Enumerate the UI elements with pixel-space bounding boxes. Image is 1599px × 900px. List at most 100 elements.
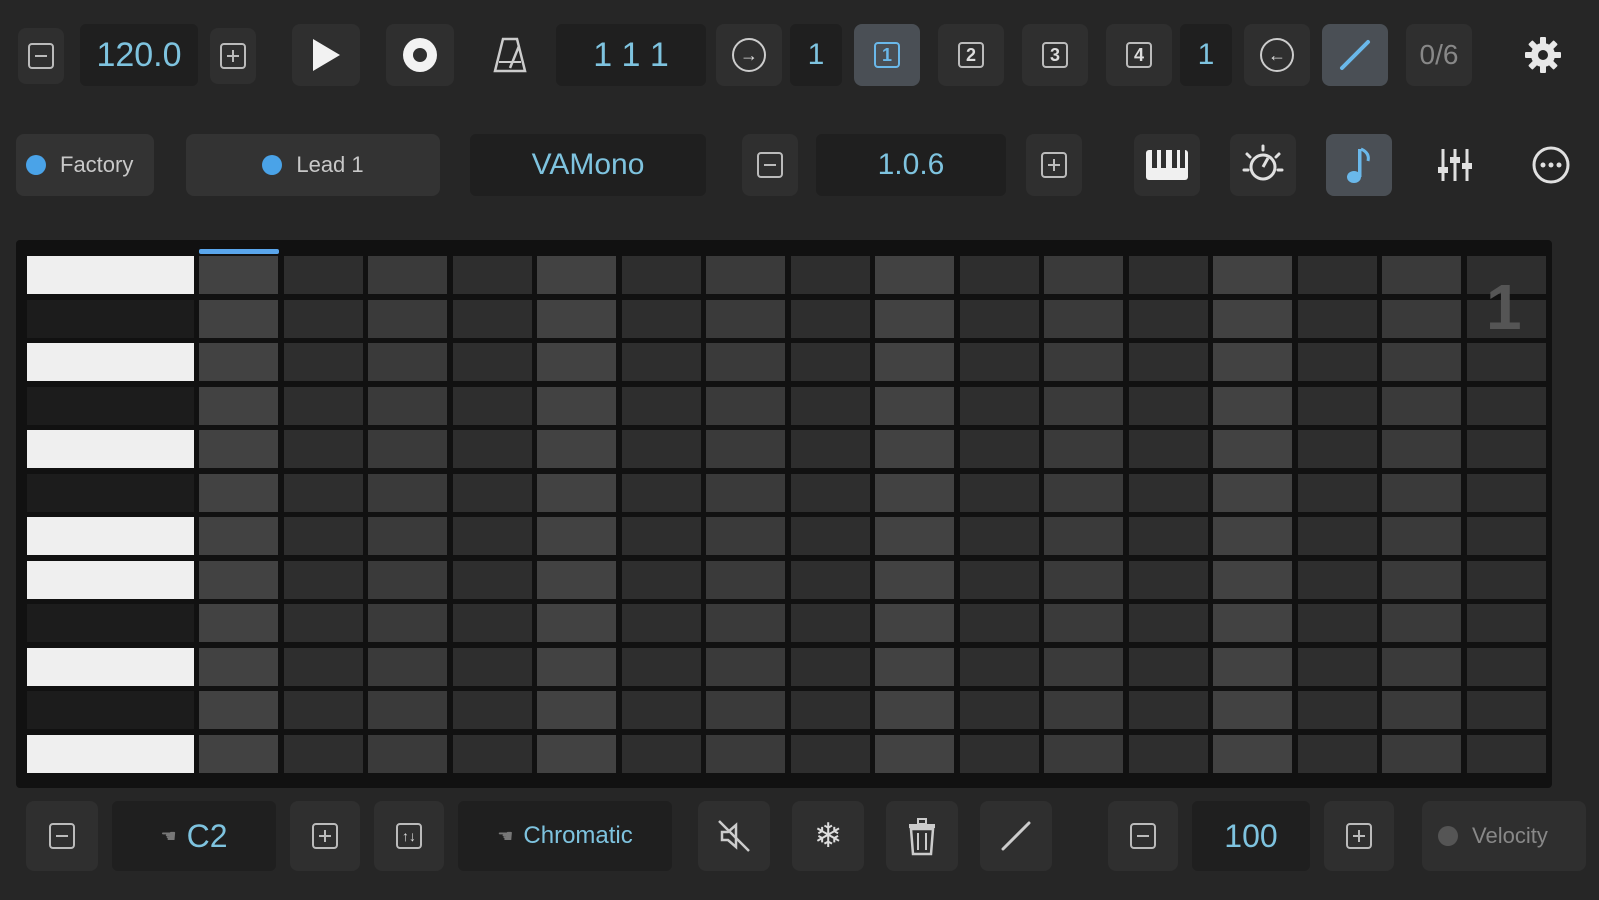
step-cell[interactable] <box>199 734 278 773</box>
step-cell[interactable] <box>875 256 954 294</box>
patch-selector[interactable]: Lead 1 <box>186 134 440 196</box>
step-cell[interactable] <box>621 647 701 686</box>
step-cell[interactable] <box>875 604 954 642</box>
step-cell[interactable] <box>790 343 870 381</box>
step-cell[interactable] <box>452 604 532 642</box>
step-cell[interactable] <box>959 560 1039 599</box>
clear-button[interactable] <box>886 801 958 871</box>
step-cell[interactable] <box>959 430 1039 468</box>
piano-key-black[interactable] <box>27 386 194 425</box>
velocity-mode-toggle[interactable]: Velocity <box>1422 801 1586 871</box>
step-cell[interactable] <box>537 430 616 468</box>
step-cell[interactable] <box>452 734 532 773</box>
version-decrease-button[interactable] <box>742 134 798 196</box>
pattern-4-button[interactable]: 4 <box>1106 24 1172 86</box>
step-cell[interactable] <box>199 299 278 338</box>
step-cell[interactable] <box>706 256 785 294</box>
settings-button[interactable] <box>1510 24 1576 86</box>
pattern-3-button[interactable]: 3 <box>1022 24 1088 86</box>
step-cell[interactable] <box>283 299 363 338</box>
step-cell[interactable] <box>1128 734 1208 773</box>
scale-selector[interactable]: ☚ Chromatic <box>458 801 672 871</box>
tempo-increase-button[interactable] <box>210 28 256 84</box>
step-cell[interactable] <box>1213 604 1292 642</box>
step-cell[interactable] <box>1466 430 1546 468</box>
step-cell[interactable] <box>875 430 954 468</box>
step-cell[interactable] <box>621 560 701 599</box>
step-cell[interactable] <box>368 299 447 338</box>
step-cell[interactable] <box>790 647 870 686</box>
step-cell[interactable] <box>875 299 954 338</box>
step-cell[interactable] <box>283 256 363 294</box>
loop-start-button[interactable]: → <box>716 24 782 86</box>
draw-mode-button[interactable] <box>1322 24 1388 86</box>
step-cell[interactable] <box>790 604 870 642</box>
step-cell[interactable] <box>1297 386 1377 425</box>
version-increase-button[interactable] <box>1026 134 1082 196</box>
step-cell[interactable] <box>1466 604 1546 642</box>
piano-key-white[interactable] <box>27 343 194 381</box>
step-cell[interactable] <box>706 386 785 425</box>
piano-key-white[interactable] <box>27 430 194 468</box>
step-cell[interactable] <box>452 343 532 381</box>
step-cell[interactable] <box>283 517 363 555</box>
synth-editor-button[interactable] <box>1230 134 1296 196</box>
step-cell[interactable] <box>1128 430 1208 468</box>
step-cell[interactable] <box>537 386 616 425</box>
step-cell[interactable] <box>1213 647 1292 686</box>
step-cell[interactable] <box>1213 734 1292 773</box>
step-cell[interactable] <box>1044 604 1123 642</box>
step-cell[interactable] <box>1044 734 1123 773</box>
root-note-selector[interactable]: ☚ C2 <box>112 801 276 871</box>
step-cell[interactable] <box>621 604 701 642</box>
step-cell[interactable] <box>537 343 616 381</box>
draw-tool-button[interactable] <box>980 801 1052 871</box>
step-cell[interactable] <box>1128 560 1208 599</box>
step-cell[interactable] <box>1297 560 1377 599</box>
step-cell[interactable] <box>1382 604 1461 642</box>
step-cell[interactable] <box>790 299 870 338</box>
step-cell[interactable] <box>452 299 532 338</box>
step-cell[interactable] <box>452 647 532 686</box>
step-cell[interactable] <box>199 256 278 294</box>
step-cell[interactable] <box>790 560 870 599</box>
piano-key-white[interactable] <box>27 256 194 294</box>
piano-key-black[interactable] <box>27 473 194 512</box>
step-cell[interactable] <box>283 560 363 599</box>
step-cell[interactable] <box>959 691 1039 729</box>
step-cell[interactable] <box>1044 473 1123 512</box>
step-cell[interactable] <box>199 647 278 686</box>
step-cell[interactable] <box>452 256 532 294</box>
step-cell[interactable] <box>790 517 870 555</box>
step-cell[interactable] <box>283 691 363 729</box>
step-cell[interactable] <box>1044 430 1123 468</box>
step-cell[interactable] <box>283 647 363 686</box>
step-cell[interactable] <box>1382 473 1461 512</box>
step-cell[interactable] <box>283 343 363 381</box>
step-cell[interactable] <box>1044 560 1123 599</box>
step-cell[interactable] <box>368 430 447 468</box>
step-cell[interactable] <box>199 560 278 599</box>
step-cell[interactable] <box>199 430 278 468</box>
step-cell[interactable] <box>875 691 954 729</box>
step-cell[interactable] <box>1382 691 1461 729</box>
step-cell[interactable] <box>1382 517 1461 555</box>
step-cell[interactable] <box>1044 299 1123 338</box>
step-cell[interactable] <box>537 299 616 338</box>
step-cell[interactable] <box>537 256 616 294</box>
step-cell[interactable] <box>1382 430 1461 468</box>
step-cell[interactable] <box>1382 343 1461 381</box>
step-cell[interactable] <box>706 560 785 599</box>
step-cell[interactable] <box>621 430 701 468</box>
step-cell[interactable] <box>621 256 701 294</box>
step-cell[interactable] <box>959 517 1039 555</box>
step-cell[interactable] <box>1128 343 1208 381</box>
step-cell[interactable] <box>368 647 447 686</box>
step-cell[interactable] <box>368 604 447 642</box>
piano-key-white[interactable] <box>27 734 194 773</box>
step-cell[interactable] <box>1382 560 1461 599</box>
step-cell[interactable] <box>1128 256 1208 294</box>
step-cell[interactable] <box>875 517 954 555</box>
step-cell[interactable] <box>1297 517 1377 555</box>
velocity-increase-button[interactable] <box>1324 801 1394 871</box>
